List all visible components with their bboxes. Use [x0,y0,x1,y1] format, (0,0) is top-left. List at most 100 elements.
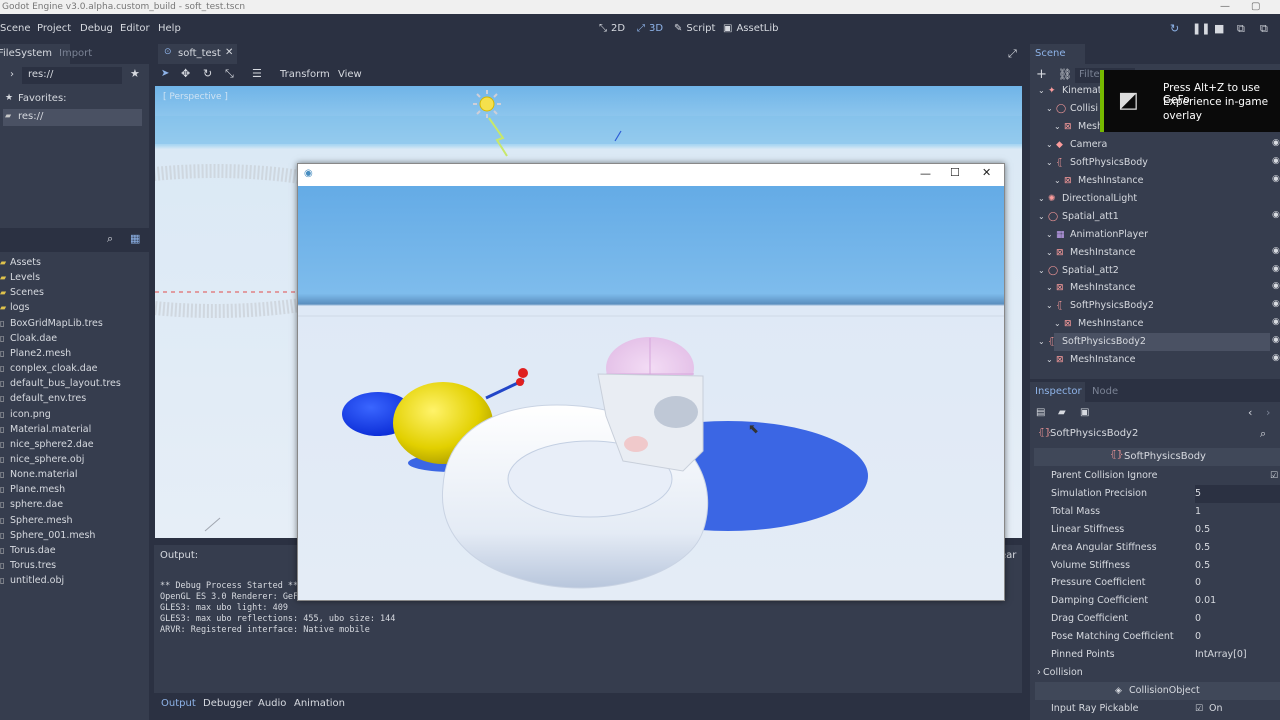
search-icon[interactable]: ⌕ [1260,427,1266,441]
section-collision[interactable]: › Collision [1035,664,1280,682]
scene-tree-node[interactable]: ⌄ ◯ Spatial_att2 [1030,262,1270,280]
property-value[interactable]: 5 [1195,484,1280,503]
scene-tree-node[interactable]: ⌄ ⊠ MeshInstance [1030,172,1270,190]
scene-tree-node[interactable]: ⌄ ⊠ MeshInstance [1030,279,1270,297]
play-scene-icon[interactable]: ⧉ [1237,22,1245,36]
pause-icon[interactable]: ❚❚ [1192,22,1210,35]
property-value[interactable]: 0 [1195,574,1201,592]
file-item[interactable]: ▯ default_bus_layout.tres [0,376,121,391]
visibility-eye-icon[interactable]: ◉ [1272,246,1280,256]
new-resource-icon[interactable]: ▤ [1036,407,1045,418]
inspector-property-row[interactable]: Total Mass 1 [1035,503,1280,521]
file-item[interactable]: ▯ Torus.tres [0,558,56,573]
expand-arrow-icon[interactable]: ⌄ [1054,118,1061,136]
search-icon[interactable]: ⌕ [107,232,113,246]
scene-tree-node[interactable]: ⌄ ⦃ SoftPhysicsBody2 [1030,297,1270,315]
history-back-icon[interactable]: ‹ [1248,406,1252,419]
folder-item[interactable]: ▰ Assets [0,255,41,270]
inspector-property-row[interactable]: Volume Stiffness 0.5 [1035,557,1280,575]
scene-tree-node[interactable]: ⌄ ⊠ MeshInstance [1030,244,1270,262]
scene-tree-node[interactable]: ⌄ ⊠ MeshInstance [1030,315,1270,333]
minimize-icon[interactable]: — [1220,0,1230,14]
menu-scene[interactable]: Scene [0,23,31,34]
minimize-icon[interactable]: — [920,167,931,180]
save-icon[interactable]: ▣ [1080,407,1089,418]
favorite-item-res[interactable]: ▰ res:// [3,109,142,126]
menu-editor[interactable]: Editor [120,23,150,34]
expand-arrow-icon[interactable]: ⌄ [1054,315,1061,333]
tab-soft-test[interactable]: ⊙ soft_test ✕ [158,44,237,64]
inspected-object-name[interactable]: SoftPhysicsBody2 [1050,428,1138,439]
scene-tree-node[interactable]: ⌄ ◯ Spatial_att1 [1030,208,1270,226]
property-value[interactable]: 0.5 [1195,557,1210,575]
workspace-3d-button[interactable]: ⤢ 3D [637,23,663,34]
game-window-title-bar[interactable]: ◉ — ☐ ✕ [298,164,1004,186]
file-item[interactable]: ▯ Torus.dae [0,543,56,558]
section-header-softbody[interactable]: ⦃⦄ SoftPhysicsBody [1034,448,1280,466]
visibility-eye-icon[interactable]: ◉ [1272,210,1280,220]
folder-item[interactable]: ▰ Levels [0,270,40,285]
select-tool-icon[interactable]: ➤ [161,68,169,79]
visibility-eye-icon[interactable]: ◉ [1272,174,1280,184]
inspector-property-row[interactable]: Linear Stiffness 0.5 [1035,521,1280,539]
file-item[interactable]: ▯ Sphere.mesh [0,513,73,528]
expand-arrow-icon[interactable]: ⌄ [1046,154,1053,172]
tab-node[interactable]: Node [1092,382,1118,402]
stop-icon[interactable]: ■ [1214,22,1224,35]
game-window[interactable]: ◉ — ☐ ✕ ⬉ [297,163,1005,601]
path-field[interactable]: res:// [22,67,122,84]
maximize-icon[interactable]: ▢ [1251,0,1260,14]
expand-arrow-icon[interactable]: ⌄ [1046,279,1053,297]
fullscreen-icon[interactable]: ⤢ [1008,47,1017,61]
workspace-assetlib-button[interactable]: ▣ AssetLib [723,23,778,34]
expand-arrow-icon[interactable]: ⌄ [1046,244,1053,262]
close-icon[interactable]: ✕ [982,166,991,179]
file-item[interactable]: ▯ conplex_cloak.dae [0,361,98,376]
tab-inspector[interactable]: Inspector [1030,382,1085,402]
scene-tree-node[interactable]: ⌄ ⊠ MeshInstance [1030,351,1270,369]
visibility-eye-icon[interactable]: ◉ [1272,299,1280,309]
tab-import[interactable]: Import [59,44,92,64]
view-menu[interactable]: View [338,69,362,80]
property-value[interactable]: 0.5 [1195,521,1210,539]
expand-arrow-icon[interactable]: ⌄ [1038,190,1045,208]
tab-animation[interactable]: Animation [294,698,345,709]
list-select-icon[interactable]: ☰ [252,67,262,80]
menu-help[interactable]: Help [158,23,181,34]
history-forward-icon[interactable]: › [1266,406,1270,419]
move-tool-icon[interactable]: ✥ [181,67,190,80]
visibility-eye-icon[interactable]: ◉ [1272,353,1280,363]
scene-tree-node[interactable]: ⌄ ⦃ SoftPhysicsBody [1030,154,1270,172]
expand-arrow-icon[interactable]: ⌄ [1046,100,1053,118]
inspector-property-row[interactable]: Parent Collision Ignore ☑ [1035,467,1280,485]
property-value[interactable]: 0 [1195,610,1201,628]
checkbox-icon[interactable]: ☑ [1195,700,1203,718]
file-item[interactable]: ▯ default_env.tres [0,391,86,406]
tab-audio[interactable]: Audio [258,698,286,709]
visibility-eye-icon[interactable]: ◉ [1272,281,1280,291]
expand-arrow-icon[interactable]: ⌄ [1038,333,1045,351]
property-value[interactable]: 1 [1195,503,1201,521]
scene-tree-node[interactable]: ⌄ ✺ DirectionalLight [1030,190,1270,208]
maximize-icon[interactable]: ☐ [950,166,960,179]
add-node-icon[interactable]: + [1036,67,1047,82]
file-item[interactable]: ▯ Plane2.mesh [0,346,71,361]
visibility-eye-icon[interactable]: ◉ [1272,317,1280,327]
property-value[interactable]: 0.5 [1195,539,1210,557]
inspector-property-row[interactable]: Pose Matching Coefficient 0 [1035,628,1280,646]
expand-arrow-icon[interactable]: ⌄ [1054,172,1061,190]
scene-tree-node[interactable]: ⌄ ◆ Camera [1030,136,1270,154]
grid-view-icon[interactable]: ▦ [130,232,140,245]
inspector-property-row[interactable]: Area Angular Stiffness 0.5 [1035,539,1280,557]
inspector-property-row[interactable]: Drag Coefficient 0 [1035,610,1280,628]
inspector-property-row[interactable]: Pinned Points IntArray[0] [1035,646,1280,664]
workspace-script-button[interactable]: ✎ Script [674,23,715,34]
reload-icon[interactable]: ↻ [1170,22,1179,35]
file-item[interactable]: ▯ icon.png [0,407,51,422]
tab-scene[interactable]: Scene [1030,44,1085,64]
menu-project[interactable]: Project [37,23,71,34]
file-item[interactable]: ▯ nice_sphere.obj [0,452,84,467]
menu-debug[interactable]: Debug [80,23,113,34]
expand-arrow-icon[interactable]: ⌄ [1038,82,1045,100]
expand-arrow-icon[interactable]: ⌄ [1046,297,1053,315]
